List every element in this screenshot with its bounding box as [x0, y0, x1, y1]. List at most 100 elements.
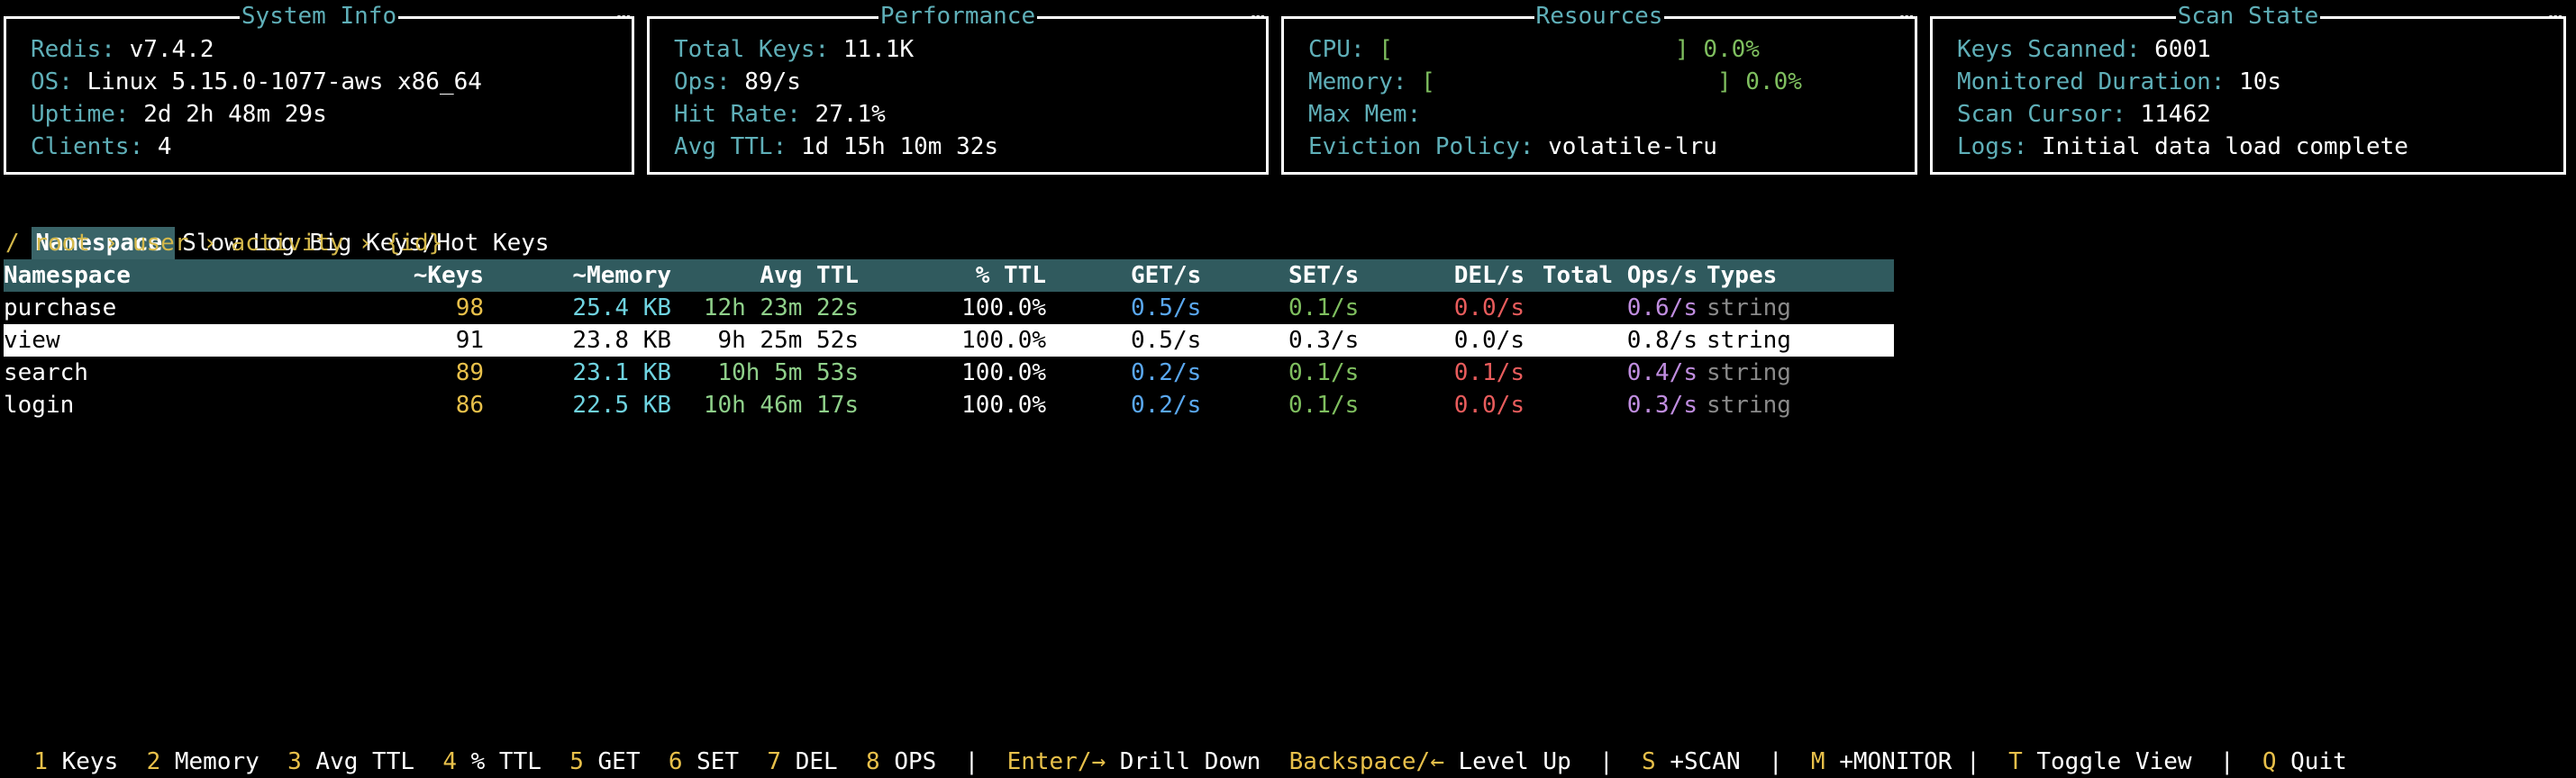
cell-keys: 98: [455, 294, 484, 321]
avg-ttl-value: 1d 15h 10m 32s: [800, 133, 999, 160]
cell-memory: 23.8 KB: [572, 327, 671, 354]
cpu-value: 0.0%: [1703, 36, 1760, 63]
system-info-title: System Info: [239, 3, 399, 30]
os-value: Linux 5.15.0-1077-aws x86_64: [86, 68, 482, 95]
hint-key-m: M: [1810, 748, 1825, 775]
redis-version-row: Redis: v7.4.2: [31, 36, 214, 63]
hint-key-3: 3: [287, 748, 302, 775]
cell-total-ops: 0.6/s: [1626, 294, 1698, 321]
hint-sort-avg-ttl[interactable]: Avg TTL: [315, 748, 414, 775]
os-row: OS: Linux 5.15.0-1077-aws x86_64: [31, 68, 482, 95]
performance-title: Performance: [878, 3, 1038, 30]
memory-row: Memory: [ ] 0.0%: [1308, 68, 1802, 95]
cell-total-ops: 0.4/s: [1626, 359, 1698, 386]
uptime-row: Uptime: 2d 2h 48m 29s: [31, 101, 327, 128]
system-info-panel: System Info … Redis: v7.4.2 OS: Linux 5.…: [4, 0, 634, 175]
cell-total-ops: 0.3/s: [1626, 392, 1698, 419]
cell-get: 0.5/s: [1131, 294, 1202, 321]
hint-sort-memory[interactable]: Memory: [175, 748, 259, 775]
table-row[interactable]: purchase 98 25.4 KB 12h 23m 22s 100.0% 0.5/s 0…: [4, 292, 1894, 324]
key-hints-footer: 1 Keys 2 Memory 3 Avg TTL 4 % TTL 5 GET …: [5, 713, 2347, 778]
cell-types: string: [1707, 359, 1791, 386]
hint-sort-pct-ttl[interactable]: % TTL: [471, 748, 542, 775]
cell-get: 0.2/s: [1131, 392, 1202, 419]
cell-keys: 91: [455, 327, 484, 354]
hit-rate-value: 27.1%: [815, 101, 886, 128]
table-row[interactable]: view 91 23.8 KB 9h 25m 52s 100.0% 0.5/s 0.3/s 0…: [4, 324, 1894, 357]
hint-level-up[interactable]: Level Up: [1459, 748, 1571, 775]
col-get-header[interactable]: GET/s: [1131, 259, 1201, 292]
cell-memory: 23.1 KB: [572, 359, 671, 386]
resources-panel: Resources … CPU: [ ] 0.0% Memory: [ ] 0.…: [1281, 0, 1917, 175]
hint-key-s: S: [1642, 748, 1656, 775]
scan-cursor-value: 11462: [2140, 101, 2211, 128]
col-memory-header[interactable]: ~Memory: [572, 259, 671, 292]
col-pct-ttl-header[interactable]: % TTL: [976, 259, 1046, 292]
hint-sort-ops[interactable]: OPS: [894, 748, 936, 775]
clients-row: Clients: 4: [31, 133, 172, 160]
hint-sort-del[interactable]: DEL: [796, 748, 838, 775]
resources-title: Resources: [1534, 3, 1665, 30]
cell-avg-ttl: 10h 46m 17s: [703, 392, 859, 419]
hint-toggle-view[interactable]: Toggle View: [2036, 748, 2191, 775]
cell-namespace: search: [4, 359, 88, 386]
uptime-value: 2d 2h 48m 29s: [143, 101, 327, 128]
cell-memory: 22.5 KB: [572, 392, 671, 419]
max-mem-row: Max Mem:: [1308, 101, 1422, 128]
col-keys-header[interactable]: ~Keys: [414, 259, 484, 292]
hint-key-7: 7: [767, 748, 782, 775]
col-types-header[interactable]: Types: [1707, 259, 1777, 292]
hint-sort-keys[interactable]: Keys: [62, 748, 119, 775]
hint-key-enter: Enter/→: [1006, 748, 1106, 775]
cell-avg-ttl: 9h 25m 52s: [717, 327, 859, 354]
hint-key-2: 2: [146, 748, 161, 775]
table-header: Namespace ~Keys ~Memory Avg TTL % TTL GE…: [4, 259, 1894, 292]
footer-separator: |: [964, 748, 979, 775]
hint-monitor[interactable]: +MONITOR: [1839, 748, 1952, 775]
cell-keys: 89: [455, 359, 484, 386]
footer-separator: |: [1599, 748, 1614, 775]
hint-sort-set[interactable]: SET: [696, 748, 739, 775]
col-set-header[interactable]: SET/s: [1288, 259, 1359, 292]
cell-set: 0.1/s: [1288, 392, 1360, 419]
table-row[interactable]: search 89 23.1 KB 10h 5m 53s 100.0% 0.2/s 0.1/…: [4, 357, 1894, 389]
cell-del: 0.1/s: [1453, 359, 1525, 386]
keys-scanned-row: Keys Scanned: 6001: [1957, 36, 2211, 63]
redis-version-value: v7.4.2: [129, 36, 214, 63]
cell-total-ops: 0.8/s: [1626, 327, 1698, 354]
panel-menu-icon: …: [2548, 0, 2562, 25]
cell-namespace: purchase: [4, 294, 117, 321]
col-total-ops-header[interactable]: Total Ops/s: [1543, 259, 1698, 292]
hit-rate-row: Hit Rate: 27.1%: [674, 101, 886, 128]
cell-set: 0.1/s: [1288, 359, 1360, 386]
cell-set: 0.3/s: [1288, 327, 1360, 354]
col-del-header[interactable]: DEL/s: [1454, 259, 1525, 292]
cell-get: 0.2/s: [1131, 359, 1202, 386]
namespace-table: Namespace ~Keys ~Memory Avg TTL % TTL GE…: [4, 259, 1894, 421]
panel-menu-icon: …: [1251, 0, 1265, 25]
footer-separator: |: [1768, 748, 1783, 775]
total-keys-value: 11.1K: [842, 36, 915, 63]
hint-scan[interactable]: +SCAN: [1670, 748, 1740, 775]
panel-menu-icon: …: [1899, 0, 1914, 25]
cell-types: string: [1707, 392, 1791, 419]
footer-separator: |: [2219, 748, 2235, 775]
hint-quit[interactable]: Quit: [2290, 748, 2347, 775]
memory-bar: [ ]: [1421, 68, 1732, 95]
cell-set: 0.1/s: [1288, 294, 1360, 321]
ops-value: 89/s: [744, 68, 801, 95]
cell-types: string: [1707, 294, 1791, 321]
cell-namespace: login: [4, 392, 75, 419]
scan-state-panel: Scan State … Keys Scanned: 6001 Monitore…: [1930, 0, 2566, 175]
table-row[interactable]: login 86 22.5 KB 10h 46m 17s 100.0% 0.2/s 0.1/…: [4, 389, 1894, 421]
cell-pct-ttl: 100.0%: [961, 294, 1046, 321]
cell-namespace: view: [4, 327, 60, 354]
hint-drill-down[interactable]: Drill Down: [1120, 748, 1261, 775]
hint-sort-get[interactable]: GET: [598, 748, 641, 775]
cell-types: string: [1707, 327, 1791, 354]
col-namespace-header[interactable]: Namespace: [4, 259, 131, 292]
cpu-row: CPU: [ ] 0.0%: [1308, 36, 1760, 63]
col-avg-ttl-header[interactable]: Avg TTL: [760, 259, 859, 292]
logs-value: Initial data load complete: [2041, 133, 2408, 160]
footer-separator: |: [1966, 748, 1980, 775]
